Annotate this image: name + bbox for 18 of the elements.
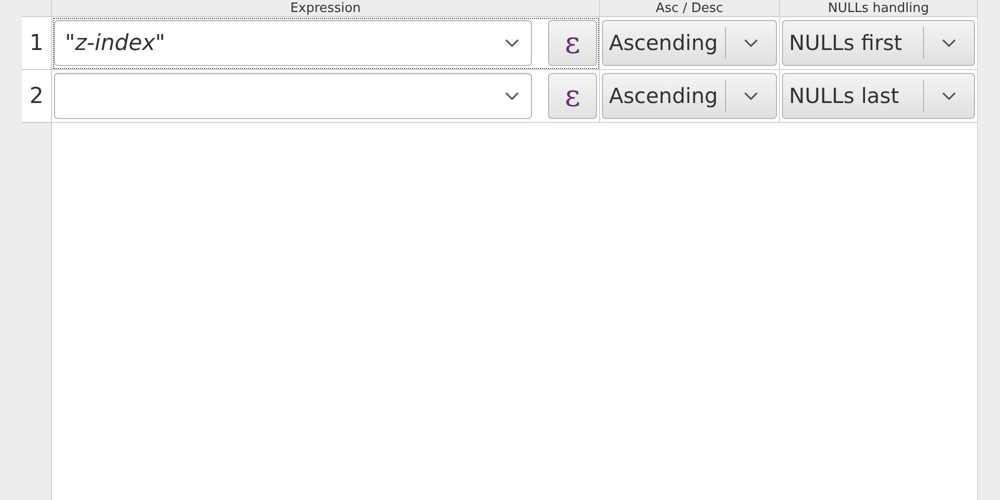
chevron-down-icon [503,90,521,102]
nulls-dropdown[interactable]: NULLs first [782,20,975,66]
expression-combo[interactable]: "z-index" [54,20,532,66]
order-dropdown[interactable]: Ascending [602,73,777,119]
row-number: 2 [22,70,52,123]
column-header[interactable]: Asc / Desc [600,0,780,17]
expression-builder-button[interactable]: ε [548,73,597,119]
nulls-dropdown[interactable]: NULLs last [782,73,975,119]
expression-cell[interactable]: "z-index" ε [52,17,600,70]
column-header[interactable]: NULLs handling [780,0,978,17]
column-header[interactable]: Expression [52,0,600,17]
order-dropdown[interactable]: Ascending [602,20,777,66]
expression-cell[interactable]: ε [52,70,600,123]
expression-combo[interactable] [54,73,532,119]
expression-builder-button[interactable]: ε [548,20,597,66]
row-number: 1 [22,17,52,70]
chevron-down-icon [503,37,521,49]
header-corner [22,0,52,17]
